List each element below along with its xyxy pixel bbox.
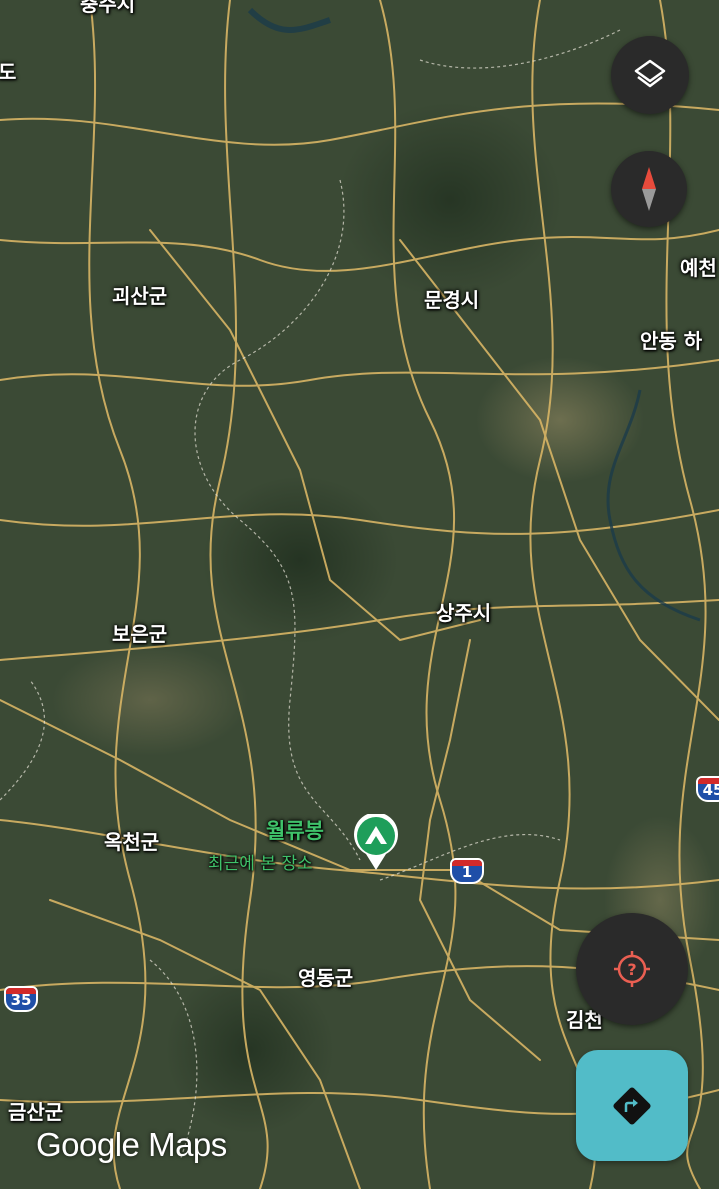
- place-label-do[interactable]: 도: [0, 56, 16, 85]
- compass-button[interactable]: [611, 151, 687, 227]
- my-location-button[interactable]: ?: [576, 913, 688, 1025]
- place-label-andong[interactable]: 안동 하: [640, 325, 702, 354]
- poi-marker[interactable]: [352, 814, 400, 872]
- my-location-icon: ?: [614, 951, 650, 987]
- place-label-sangju[interactable]: 상주시: [436, 597, 491, 626]
- route-number: 1: [461, 863, 473, 881]
- place-label-goesan[interactable]: 괴산군: [112, 280, 167, 309]
- compass-icon: [642, 167, 656, 211]
- place-label-geumsan[interactable]: 금산군: [8, 1096, 63, 1125]
- place-label-mungyeong[interactable]: 문경시: [424, 284, 479, 313]
- layers-icon: [634, 59, 666, 88]
- poi-label-wollyubong[interactable]: 월류봉: [266, 815, 324, 845]
- mountain-icon: [354, 814, 398, 870]
- place-label-boeun[interactable]: 보은군: [112, 618, 167, 647]
- place-label-chungju[interactable]: 충주시: [80, 0, 135, 17]
- svg-text:?: ?: [627, 960, 636, 979]
- route-number: 45: [702, 781, 719, 799]
- route-number: 35: [10, 991, 32, 1009]
- route-shield-1: 1: [450, 858, 484, 884]
- route-shield-45: 45: [696, 776, 719, 802]
- poi-subtitle: 최근에 본 장소: [208, 854, 313, 874]
- place-label-yecheon[interactable]: 예천: [680, 252, 717, 281]
- directions-button[interactable]: [576, 1050, 688, 1161]
- route-shield-35: 35: [4, 986, 38, 1012]
- directions-icon: [613, 1086, 651, 1125]
- google-maps-logo: Google Maps: [36, 1126, 227, 1163]
- layers-button[interactable]: [611, 36, 689, 114]
- place-label-yeongdong[interactable]: 영동군: [298, 962, 353, 991]
- place-label-okcheon[interactable]: 옥천군: [104, 826, 159, 855]
